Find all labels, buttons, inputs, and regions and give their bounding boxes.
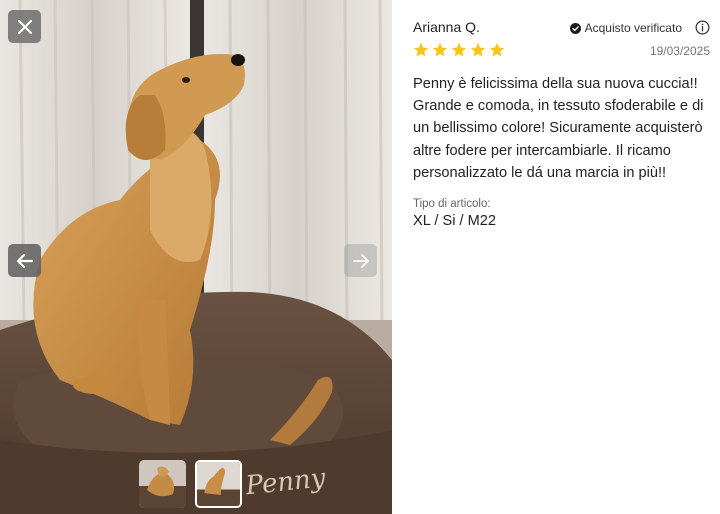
- star-icon: [413, 42, 429, 57]
- thumbnail-2[interactable]: [195, 460, 242, 508]
- verified-purchase-label: Acquisto verificato: [584, 21, 682, 35]
- review-panel: Arianna Q. Acquisto verificato 19/03/202…: [392, 0, 720, 514]
- close-icon: [17, 19, 32, 34]
- reviewer-name: Arianna Q.: [413, 19, 480, 35]
- variant-label: Tipo di articolo:: [413, 198, 491, 210]
- arrow-right-icon: [352, 253, 369, 268]
- check-circle-icon: [569, 22, 581, 34]
- thumbnail-strip: [139, 460, 242, 508]
- verified-purchase-badge: Acquisto verificato: [569, 21, 682, 35]
- previous-image-button[interactable]: [8, 244, 41, 277]
- next-image-button[interactable]: [344, 244, 377, 277]
- thumbnail-2-image: [197, 462, 240, 506]
- review-photo-viewer: Penny: [0, 0, 392, 514]
- arrow-left-icon: [16, 253, 33, 268]
- star-icon: [432, 42, 448, 57]
- star-icon: [451, 42, 467, 57]
- star-rating: [413, 42, 505, 58]
- review-date: 19/03/2025: [649, 44, 710, 58]
- star-icon: [470, 42, 486, 57]
- close-button[interactable]: [8, 10, 41, 43]
- star-icon: [489, 42, 505, 57]
- info-icon[interactable]: [695, 20, 710, 35]
- review-body: Penny è felicissima della sua nuova cucc…: [413, 76, 704, 181]
- review-photo: Penny: [0, 0, 392, 514]
- thumbnail-1[interactable]: [139, 460, 186, 508]
- thumbnail-1-image: [139, 460, 186, 508]
- variant-value: XL / Si / M22: [413, 213, 497, 229]
